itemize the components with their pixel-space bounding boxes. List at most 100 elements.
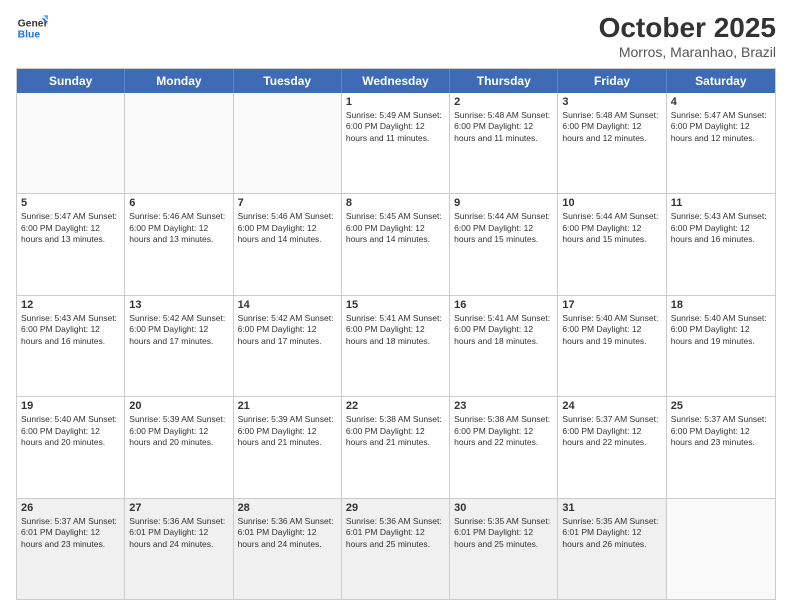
day-number: 18 xyxy=(671,299,771,311)
day-info: Sunrise: 5:38 AM Sunset: 6:00 PM Dayligh… xyxy=(454,414,553,448)
day-info: Sunrise: 5:44 AM Sunset: 6:00 PM Dayligh… xyxy=(454,211,553,245)
day-info: Sunrise: 5:36 AM Sunset: 6:01 PM Dayligh… xyxy=(346,516,445,550)
day-info: Sunrise: 5:37 AM Sunset: 6:00 PM Dayligh… xyxy=(562,414,661,448)
day-cell: 17 Sunrise: 5:40 AM Sunset: 6:00 PM Dayli… xyxy=(558,296,666,396)
subtitle: Morros, Maranhao, Brazil xyxy=(599,44,776,60)
day-number: 16 xyxy=(454,299,553,311)
day-cell: 5 Sunrise: 5:47 AM Sunset: 6:00 PM Daylig… xyxy=(17,194,125,294)
day-cell: 19 Sunrise: 5:40 AM Sunset: 6:00 PM Dayli… xyxy=(17,397,125,497)
day-header: Saturday xyxy=(667,69,775,93)
day-info: Sunrise: 5:38 AM Sunset: 6:00 PM Dayligh… xyxy=(346,414,445,448)
day-cell: 14 Sunrise: 5:42 AM Sunset: 6:00 PM Dayli… xyxy=(234,296,342,396)
day-info: Sunrise: 5:46 AM Sunset: 6:00 PM Dayligh… xyxy=(129,211,228,245)
day-number: 15 xyxy=(346,299,445,311)
day-header: Thursday xyxy=(450,69,558,93)
day-headers: SundayMondayTuesdayWednesdayThursdayFrid… xyxy=(17,69,775,93)
day-number: 12 xyxy=(21,299,120,311)
main-title: October 2025 xyxy=(599,12,776,44)
day-number: 20 xyxy=(129,400,228,412)
day-number: 17 xyxy=(562,299,661,311)
day-cell: 23 Sunrise: 5:38 AM Sunset: 6:00 PM Dayli… xyxy=(450,397,558,497)
day-number: 19 xyxy=(21,400,120,412)
day-cell: 28Sunrise: 5:36 AM Sunset: 6:01 PM Dayli… xyxy=(234,499,342,599)
day-header: Wednesday xyxy=(342,69,450,93)
day-cell xyxy=(125,93,233,193)
day-cell: 9 Sunrise: 5:44 AM Sunset: 6:00 PM Daylig… xyxy=(450,194,558,294)
day-info: Sunrise: 5:45 AM Sunset: 6:00 PM Dayligh… xyxy=(346,211,445,245)
day-number: 23 xyxy=(454,400,553,412)
day-number: 4 xyxy=(671,96,771,108)
day-info: Sunrise: 5:47 AM Sunset: 6:00 PM Dayligh… xyxy=(671,110,771,144)
day-cell: 21 Sunrise: 5:39 AM Sunset: 6:00 PM Dayli… xyxy=(234,397,342,497)
day-number: 29 xyxy=(346,502,445,514)
day-cell: 26 Sunrise: 5:37 AM Sunset: 6:01 PM Dayli… xyxy=(17,499,125,599)
day-info: Sunrise: 5:37 AM Sunset: 6:00 PM Dayligh… xyxy=(671,414,771,448)
day-number: 8 xyxy=(346,197,445,209)
day-cell: 1Sunrise: 5:49 AM Sunset: 6:00 PM Daylig… xyxy=(342,93,450,193)
day-number: 1 xyxy=(346,96,445,108)
day-cell xyxy=(667,499,775,599)
day-header: Friday xyxy=(558,69,666,93)
day-info: Sunrise: 5:42 AM Sunset: 6:00 PM Dayligh… xyxy=(238,313,337,347)
day-number: 27 xyxy=(129,502,228,514)
day-cell: 15 Sunrise: 5:41 AM Sunset: 6:00 PM Dayli… xyxy=(342,296,450,396)
day-number: 31 xyxy=(562,502,661,514)
page: General Blue October 2025 Morros, Maranh… xyxy=(0,0,792,612)
day-number: 5 xyxy=(21,197,120,209)
day-info: Sunrise: 5:37 AM Sunset: 6:01 PM Dayligh… xyxy=(21,516,120,550)
day-cell: 31 Sunrise: 5:35 AM Sunset: 6:01 PM Dayli… xyxy=(558,499,666,599)
logo-icon: General Blue xyxy=(16,12,48,44)
day-info: Sunrise: 5:35 AM Sunset: 6:01 PM Dayligh… xyxy=(562,516,661,550)
day-header: Tuesday xyxy=(234,69,342,93)
day-number: 26 xyxy=(21,502,120,514)
week-row: 5 Sunrise: 5:47 AM Sunset: 6:00 PM Daylig… xyxy=(17,194,775,295)
day-number: 13 xyxy=(129,299,228,311)
day-cell: 10Sunrise: 5:44 AM Sunset: 6:00 PM Dayli… xyxy=(558,194,666,294)
day-cell: 20 Sunrise: 5:39 AM Sunset: 6:00 PM Dayli… xyxy=(125,397,233,497)
day-info: Sunrise: 5:43 AM Sunset: 6:00 PM Dayligh… xyxy=(21,313,120,347)
day-number: 9 xyxy=(454,197,553,209)
day-info: Sunrise: 5:41 AM Sunset: 6:00 PM Dayligh… xyxy=(346,313,445,347)
logo: General Blue xyxy=(16,12,48,44)
day-info: Sunrise: 5:43 AM Sunset: 6:00 PM Dayligh… xyxy=(671,211,771,245)
week-row: 1Sunrise: 5:49 AM Sunset: 6:00 PM Daylig… xyxy=(17,93,775,194)
day-number: 22 xyxy=(346,400,445,412)
day-number: 2 xyxy=(454,96,553,108)
day-header: Monday xyxy=(125,69,233,93)
day-cell: 4 Sunrise: 5:47 AM Sunset: 6:00 PM Daylig… xyxy=(667,93,775,193)
title-block: October 2025 Morros, Maranhao, Brazil xyxy=(599,12,776,60)
day-number: 6 xyxy=(129,197,228,209)
week-row: 19 Sunrise: 5:40 AM Sunset: 6:00 PM Dayli… xyxy=(17,397,775,498)
day-info: Sunrise: 5:40 AM Sunset: 6:00 PM Dayligh… xyxy=(562,313,661,347)
day-number: 30 xyxy=(454,502,553,514)
day-number: 25 xyxy=(671,400,771,412)
day-info: Sunrise: 5:36 AM Sunset: 6:01 PM Dayligh… xyxy=(129,516,228,550)
day-info: Sunrise: 5:35 AM Sunset: 6:01 PM Dayligh… xyxy=(454,516,553,550)
day-info: Sunrise: 5:46 AM Sunset: 6:00 PM Dayligh… xyxy=(238,211,337,245)
day-number: 14 xyxy=(238,299,337,311)
day-number: 3 xyxy=(562,96,661,108)
day-info: Sunrise: 5:39 AM Sunset: 6:00 PM Dayligh… xyxy=(238,414,337,448)
day-cell: 8 Sunrise: 5:45 AM Sunset: 6:00 PM Daylig… xyxy=(342,194,450,294)
week-row: 12 Sunrise: 5:43 AM Sunset: 6:00 PM Dayli… xyxy=(17,296,775,397)
week-row: 26 Sunrise: 5:37 AM Sunset: 6:01 PM Dayli… xyxy=(17,499,775,599)
day-cell: 18Sunrise: 5:40 AM Sunset: 6:00 PM Dayli… xyxy=(667,296,775,396)
day-info: Sunrise: 5:36 AM Sunset: 6:01 PM Dayligh… xyxy=(238,516,337,550)
day-number: 21 xyxy=(238,400,337,412)
day-header: Sunday xyxy=(17,69,125,93)
day-info: Sunrise: 5:44 AM Sunset: 6:00 PM Dayligh… xyxy=(562,211,661,245)
day-info: Sunrise: 5:40 AM Sunset: 6:00 PM Dayligh… xyxy=(21,414,120,448)
day-number: 24 xyxy=(562,400,661,412)
calendar-body: 1Sunrise: 5:49 AM Sunset: 6:00 PM Daylig… xyxy=(17,93,775,599)
day-cell: 29 Sunrise: 5:36 AM Sunset: 6:01 PM Dayli… xyxy=(342,499,450,599)
day-cell xyxy=(234,93,342,193)
day-info: Sunrise: 5:39 AM Sunset: 6:00 PM Dayligh… xyxy=(129,414,228,448)
day-cell: 11Sunrise: 5:43 AM Sunset: 6:00 PM Dayli… xyxy=(667,194,775,294)
day-cell xyxy=(17,93,125,193)
day-cell: 2Sunrise: 5:48 AM Sunset: 6:00 PM Daylig… xyxy=(450,93,558,193)
day-cell: 13Sunrise: 5:42 AM Sunset: 6:00 PM Dayli… xyxy=(125,296,233,396)
calendar: SundayMondayTuesdayWednesdayThursdayFrid… xyxy=(16,68,776,600)
day-cell: 27 Sunrise: 5:36 AM Sunset: 6:01 PM Dayli… xyxy=(125,499,233,599)
day-number: 7 xyxy=(238,197,337,209)
day-info: Sunrise: 5:47 AM Sunset: 6:00 PM Dayligh… xyxy=(21,211,120,245)
